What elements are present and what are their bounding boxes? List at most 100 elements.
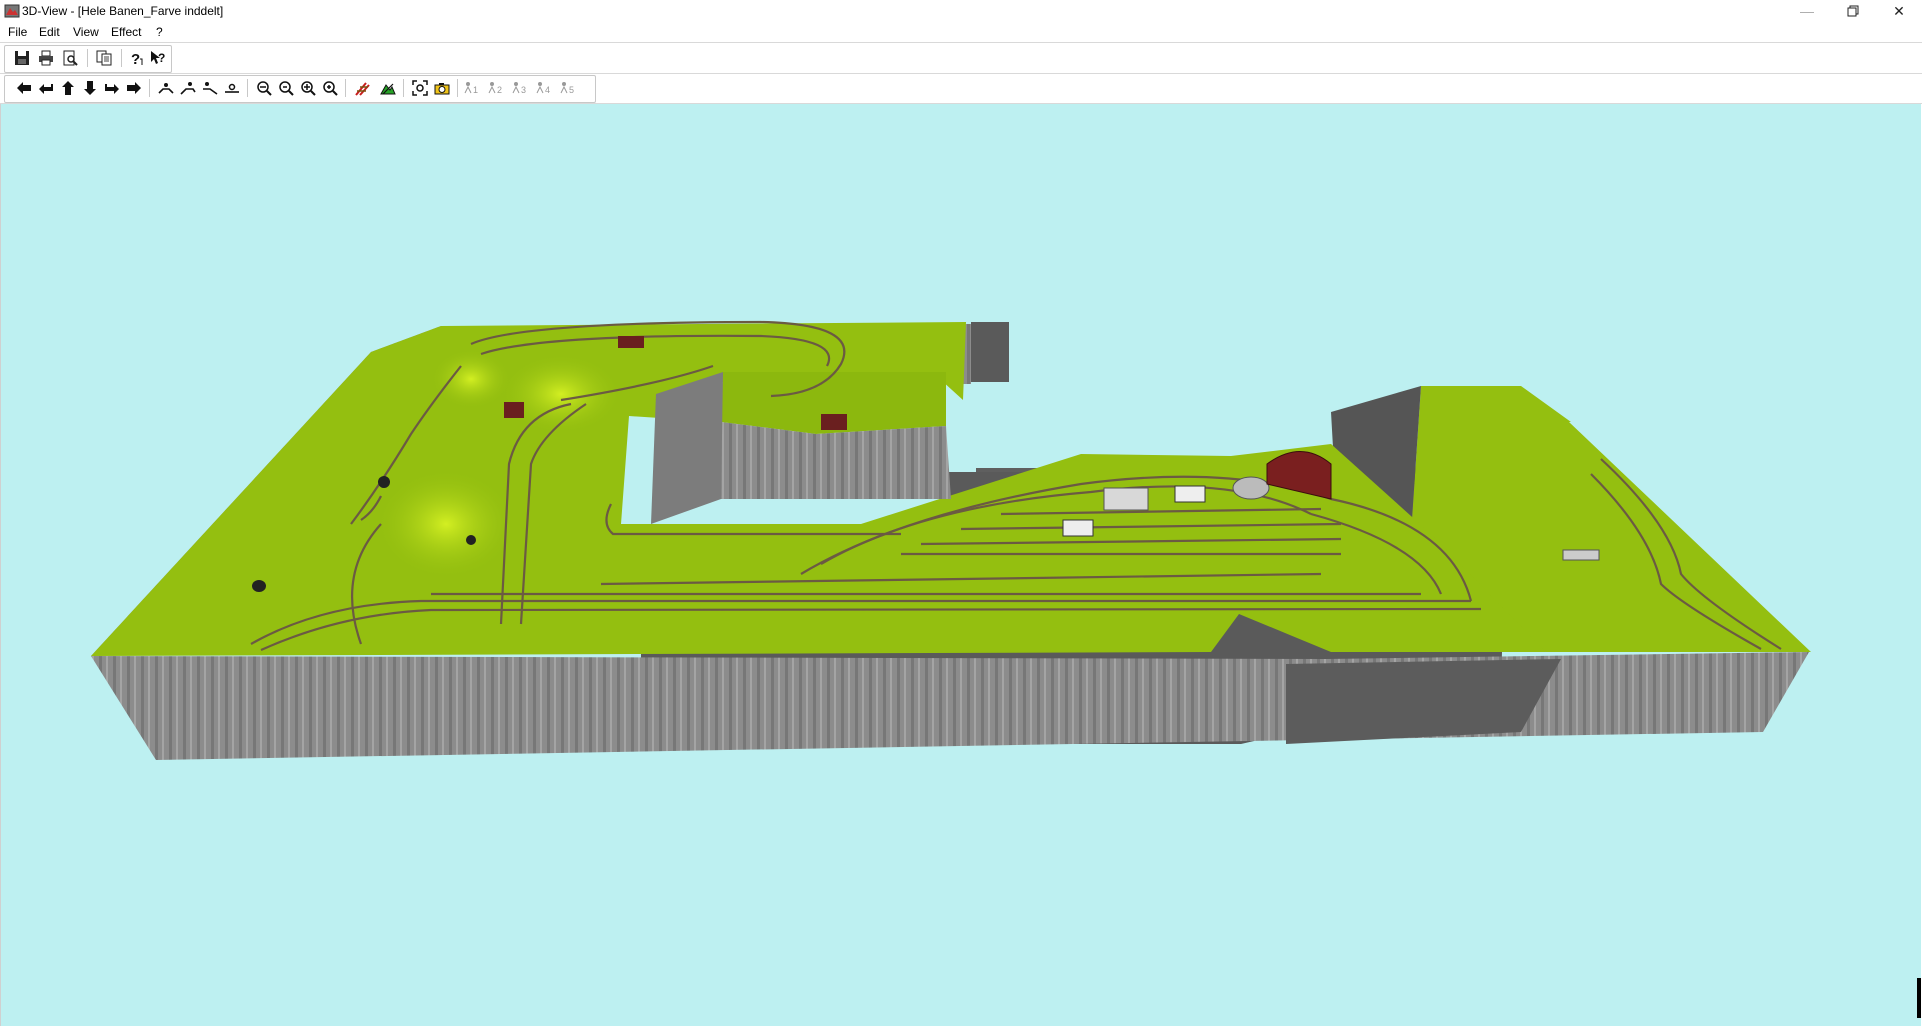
menu-help[interactable]: ?: [156, 25, 163, 39]
save-icon: [15, 51, 29, 65]
cam-5-icon: 5: [560, 82, 574, 95]
arrow-up-icon: [62, 81, 74, 95]
terrain-icon: [380, 83, 396, 95]
zoom-in-2-icon: [323, 81, 338, 96]
menu-separator: [0, 42, 1922, 43]
zoom-out-icon: [257, 81, 272, 96]
red-house-3: [821, 414, 847, 430]
zoom-out-2-icon: [279, 81, 294, 96]
svg-text:?: ?: [158, 51, 165, 65]
orbit-1-icon: [158, 83, 174, 94]
zoom-in-2-button[interactable]: [319, 77, 341, 99]
print-preview-button[interactable]: [59, 47, 81, 69]
station-building-2: [1174, 485, 1206, 503]
camera-position-4-button[interactable]: 4: [533, 77, 555, 99]
svg-text:1: 1: [473, 85, 478, 95]
red-house-1: [618, 336, 644, 348]
camera-position-2-button[interactable]: 2: [485, 77, 507, 99]
front-cliff-shade: [1286, 659, 1561, 744]
orbit-2-button[interactable]: [177, 77, 199, 99]
pan-left-button[interactable]: [13, 77, 35, 99]
restore-button[interactable]: [1830, 0, 1876, 22]
zoom-fit-icon: [412, 80, 428, 96]
app-icon: [4, 4, 20, 18]
context-help-button[interactable]: ?: [147, 47, 169, 69]
pan-up-button[interactable]: [57, 77, 79, 99]
context-help-icon: ?: [151, 51, 165, 65]
arrow-down-icon: [84, 81, 96, 95]
cam-4-icon: 4: [536, 82, 550, 95]
toolbar-separator: [121, 49, 122, 67]
snapshot-button[interactable]: [431, 77, 453, 99]
track-view-button[interactable]: [351, 77, 373, 99]
close-button[interactable]: ✕: [1876, 0, 1922, 22]
camera-position-3-button[interactable]: 3: [509, 77, 531, 99]
menu-file[interactable]: File: [8, 25, 27, 39]
tunnel-portal-1: [378, 476, 390, 488]
svg-text:4: 4: [545, 85, 550, 95]
rotate-left-button[interactable]: [35, 77, 57, 99]
3d-viewport[interactable]: [0, 104, 1921, 1026]
orbit-4-icon: [225, 83, 239, 93]
tunnel-portal-2: [252, 580, 266, 592]
track-icon: [355, 82, 370, 96]
save-button[interactable]: [11, 47, 33, 69]
central-plateau-left-cliff: [651, 372, 723, 524]
toolbar-separator: [345, 79, 346, 97]
station-building-3: [1062, 519, 1094, 537]
terrain-highlight: [376, 469, 516, 579]
terrain-highlight-3: [431, 349, 511, 409]
menu-edit[interactable]: Edit: [39, 25, 60, 39]
title-bar: 3D-View - [Hele Banen_Farve inddelt] — ✕: [0, 0, 1922, 22]
zoom-in-button[interactable]: [297, 77, 319, 99]
zoom-out-2-button[interactable]: [275, 77, 297, 99]
print-button[interactable]: [35, 47, 57, 69]
orbit-1-button[interactable]: [155, 77, 177, 99]
print-preview-icon: [63, 50, 78, 66]
camera-position-5-button[interactable]: 5: [557, 77, 579, 99]
zoom-in-icon: [301, 81, 316, 96]
rotate-right-button[interactable]: [101, 77, 123, 99]
toolbar-view: 1 2 3 4 5: [4, 75, 596, 103]
svg-text:5: 5: [569, 85, 574, 95]
orbit-4-button[interactable]: [221, 77, 243, 99]
help-icon: ?: [131, 51, 143, 66]
minimize-icon: —: [1800, 3, 1814, 19]
turntable: [1232, 476, 1270, 500]
camera-icon: [434, 83, 450, 95]
copy-button[interactable]: [93, 47, 115, 69]
toolbar-file: ? ?: [4, 45, 172, 73]
arrow-turn-right-icon: [105, 84, 119, 94]
help-button[interactable]: ?: [125, 47, 147, 69]
toolbar-separator-line: [0, 73, 1922, 74]
minimize-button[interactable]: —: [1784, 0, 1830, 22]
pan-right-button[interactable]: [123, 77, 145, 99]
cam-1-icon: 1: [464, 82, 478, 95]
close-icon: ✕: [1893, 3, 1905, 19]
menu-view[interactable]: View: [73, 25, 99, 39]
toolbar-separator: [247, 79, 248, 97]
zoom-fit-button[interactable]: [409, 77, 431, 99]
cam-3-icon: 3: [512, 82, 526, 95]
tower-block: [971, 322, 1009, 382]
resize-grip[interactable]: [1917, 978, 1921, 1018]
menu-bar: File Edit View Effect ?: [0, 22, 1922, 42]
zoom-out-button[interactable]: [253, 77, 275, 99]
central-plateau-cliff: [721, 422, 951, 499]
svg-text:?: ?: [131, 51, 140, 66]
orbit-3-button[interactable]: [199, 77, 221, 99]
toolbar-separator: [457, 79, 458, 97]
copy-icon: [96, 50, 112, 66]
orbit-2-icon: [180, 82, 196, 95]
pan-down-button[interactable]: [79, 77, 101, 99]
railway-layout-3d-scene: [91, 320, 1811, 760]
arrow-left-icon: [17, 82, 31, 94]
toolbar-separator: [87, 49, 88, 67]
terrain-view-button[interactable]: [377, 77, 399, 99]
cam-2-icon: 2: [488, 82, 502, 95]
print-icon: [39, 50, 53, 66]
camera-position-1-button[interactable]: 1: [461, 77, 483, 99]
svg-text:2: 2: [497, 85, 502, 95]
arrow-turn-left-icon: [39, 84, 53, 94]
menu-effect[interactable]: Effect: [111, 25, 141, 39]
